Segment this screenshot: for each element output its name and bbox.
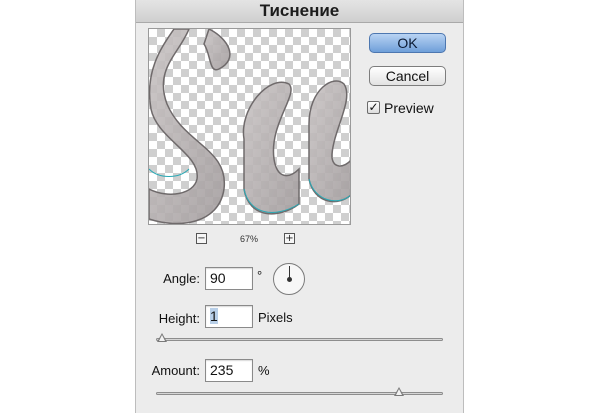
angle-dial-center [287,277,292,282]
height-slider-thumb[interactable] [157,333,167,342]
height-label: Height: [158,311,200,326]
height-slider[interactable] [156,333,443,342]
dialog-title: Тиснение [136,0,463,23]
emboss-dialog: Тиснение − 67% + OK Cancel ✓ Preview Ang… [135,0,464,413]
amount-label: Amount: [151,363,200,378]
embossed-text-preview [149,29,350,224]
preview-label: Preview [384,100,434,116]
amount-unit: % [258,363,270,378]
zoom-level: 67% [239,234,258,244]
height-input[interactable]: 1 [205,305,253,328]
height-value: 1 [210,308,218,324]
angle-unit: ° [257,268,263,283]
angle-label: Angle: [163,271,200,286]
preview-canvas[interactable] [148,28,351,225]
preview-checkbox[interactable]: ✓ [367,101,380,114]
zoom-out-button[interactable]: − [196,233,207,244]
angle-dial[interactable] [273,263,305,295]
zoom-controls: − 67% + [196,233,301,247]
amount-input[interactable]: 235 [205,359,253,382]
amount-slider-thumb[interactable] [393,387,404,396]
height-unit: Pixels [258,310,293,325]
cancel-button[interactable]: Cancel [369,66,446,86]
ok-button[interactable]: OK [369,33,446,53]
amount-slider[interactable] [156,387,443,396]
angle-input[interactable]: 90 [205,267,253,290]
zoom-in-button[interactable]: + [284,233,295,244]
